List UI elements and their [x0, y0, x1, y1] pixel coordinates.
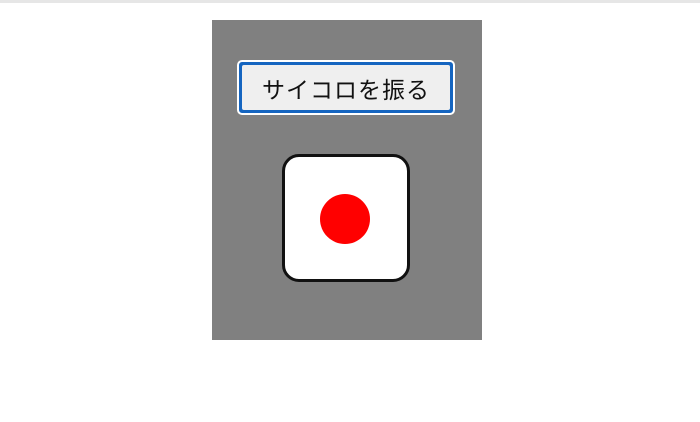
top-divider: [0, 0, 700, 3]
die-pip: [320, 194, 370, 244]
roll-dice-button-label: サイコロを振る: [242, 65, 450, 110]
dice-panel: サイコロを振る: [212, 20, 482, 340]
die-face: [282, 154, 410, 282]
roll-dice-button[interactable]: サイコロを振る: [237, 60, 455, 115]
